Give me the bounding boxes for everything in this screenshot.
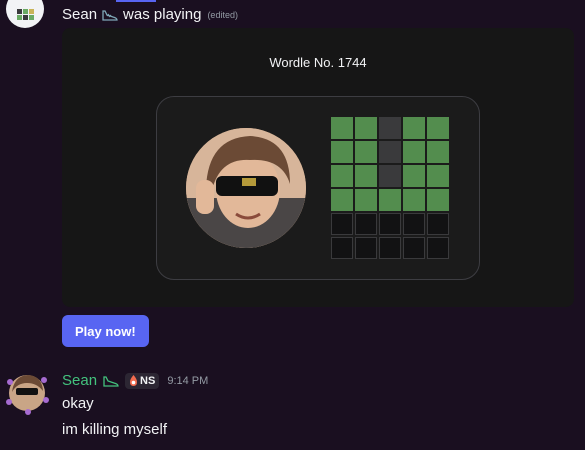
top-accent-mark: [116, 0, 156, 2]
board-tile-empty: [379, 237, 401, 259]
board-tile-correct: [403, 117, 425, 139]
board-tile-empty: [355, 213, 377, 235]
edited-label: (edited): [207, 9, 238, 20]
board-tile-correct: [355, 189, 377, 211]
fire-icon: [130, 375, 138, 386]
board-tile-correct: [427, 165, 449, 187]
board-tile-empty: [403, 237, 425, 259]
wordle-board: [331, 117, 449, 259]
shoe-icon: [102, 9, 118, 21]
board-tile-correct: [403, 189, 425, 211]
board-tile-empty: [379, 213, 401, 235]
board-tile-correct: [331, 141, 353, 163]
board-tile-correct: [379, 189, 401, 211]
board-tile-correct: [355, 117, 377, 139]
board-tile-absent: [379, 141, 401, 163]
board-tile-correct: [355, 141, 377, 163]
message-line: im killing myself: [62, 421, 168, 438]
server-tag-label: NS: [140, 374, 156, 387]
player-avatar: [186, 128, 306, 248]
shoe-icon: [103, 375, 119, 387]
board-tile-correct: [331, 117, 353, 139]
board-tile-empty: [331, 237, 353, 259]
embed-card: [156, 96, 480, 280]
board-tile-correct: [331, 189, 353, 211]
board-tile-correct: [403, 165, 425, 187]
board-tile-correct: [427, 141, 449, 163]
activity-header: Sean was playing (edited): [62, 6, 238, 23]
wordle-embed: Wordle No. 1744: [62, 28, 574, 307]
board-tile-correct: [427, 189, 449, 211]
embed-title: Wordle No. 1744: [269, 55, 367, 70]
board-tile-correct: [427, 117, 449, 139]
message-author[interactable]: Sean: [62, 372, 97, 389]
message-timestamp: 9:14 PM: [167, 374, 209, 387]
wordle-app-icon[interactable]: [6, 0, 44, 28]
board-tile-empty: [331, 213, 353, 235]
board-tile-empty: [355, 237, 377, 259]
board-tile-empty: [403, 213, 425, 235]
board-tile-correct: [355, 165, 377, 187]
server-tag-badge[interactable]: NS: [125, 372, 160, 389]
message-avatar[interactable]: [4, 370, 50, 416]
message-header: Sean NS 9:14 PM: [62, 372, 208, 389]
board-tile-empty: [427, 237, 449, 259]
board-tile-correct: [331, 165, 353, 187]
board-tile-absent: [379, 117, 401, 139]
activity-author[interactable]: Sean: [62, 6, 97, 23]
play-now-button[interactable]: Play now!: [62, 315, 149, 347]
activity-verb: was playing: [123, 6, 202, 23]
board-tile-empty: [427, 213, 449, 235]
message-line: okay: [62, 395, 94, 412]
board-tile-absent: [379, 165, 401, 187]
board-tile-correct: [403, 141, 425, 163]
